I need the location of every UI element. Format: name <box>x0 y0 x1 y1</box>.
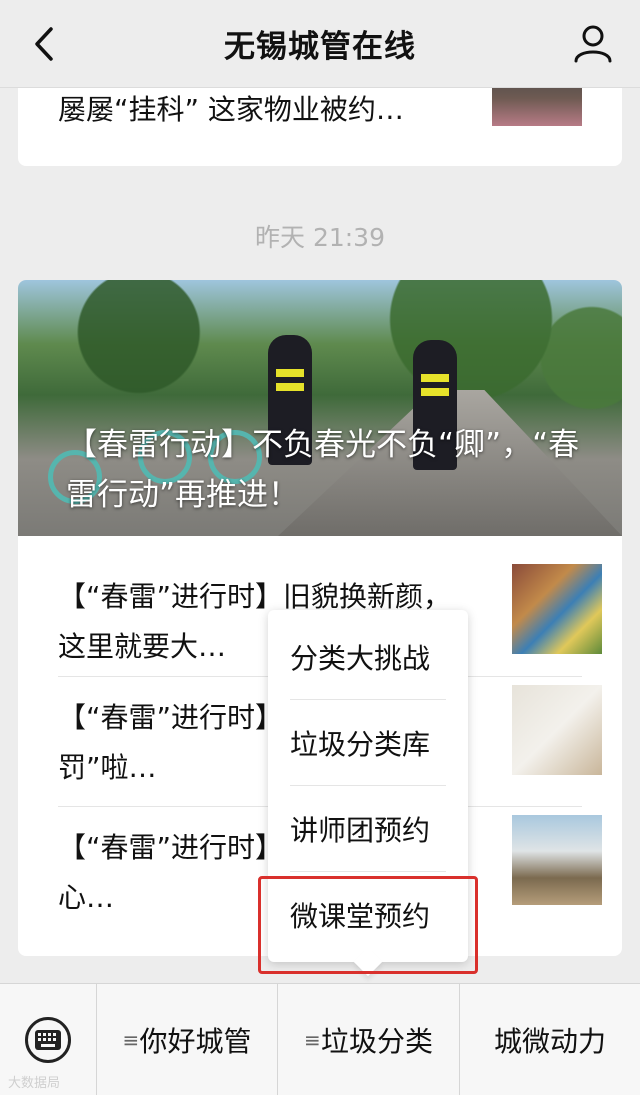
keyboard-icon <box>25 1017 71 1063</box>
hero-caption: 【春雷行动】不负春光不负“卿”，“春雷行动”再推进！ <box>66 427 580 513</box>
list-item-thumbnail <box>512 564 602 654</box>
menu-item-lecturer-booking[interactable]: 讲师团预约 <box>290 786 446 872</box>
person-icon <box>574 25 612 63</box>
menu-item-micro-class-booking[interactable]: 微课堂预约 <box>290 872 446 958</box>
menu-tab-label: 你好城管 <box>139 1025 252 1058</box>
chevron-left-icon <box>35 27 53 61</box>
menu-item-classification-challenge[interactable]: 分类大挑战 <box>290 614 446 700</box>
back-button[interactable] <box>22 22 66 66</box>
list-item-thumbnail <box>512 685 602 775</box>
list-item-thumbnail <box>512 815 602 905</box>
page-title: 无锡城管在线 <box>224 29 416 65</box>
top-nav-bar: 无锡城管在线 <box>0 0 640 88</box>
menu-tab-label: 垃圾分类 <box>320 1025 433 1058</box>
watermark: 大数据局 <box>8 1076 61 1091</box>
message-timestamp: 昨天 21:39 <box>255 223 385 252</box>
menu-lines-icon: ≡ <box>122 1028 140 1052</box>
menu-item-garbage-library[interactable]: 垃圾分类库 <box>290 700 446 786</box>
menu-tab-hello-chengguan[interactable]: ≡ 你好城管 <box>97 984 278 1095</box>
menu-tab-garbage-sorting[interactable]: ≡ 垃圾分类 <box>278 984 460 1095</box>
profile-button[interactable] <box>570 20 616 66</box>
menu-tab-label: 城微动力 <box>493 1025 606 1058</box>
menu-tab-chengwei-dongli[interactable]: 城微动力 <box>460 984 640 1095</box>
bottom-menu-bar: ≡ 你好城管 ≡ 垃圾分类 城微动力 <box>0 983 640 1095</box>
menu-lines-icon: ≡ <box>303 1028 321 1052</box>
article-title: 屡屡“挂科” 这家物业被约… <box>58 93 404 126</box>
hero-image-trees <box>18 280 622 410</box>
submenu-popup: 分类大挑战 垃圾分类库 讲师团预约 微课堂预约 <box>268 610 468 977</box>
hero-article[interactable]: 【春雷行动】不负春光不负“卿”，“春雷行动”再推进！ <box>18 280 622 536</box>
